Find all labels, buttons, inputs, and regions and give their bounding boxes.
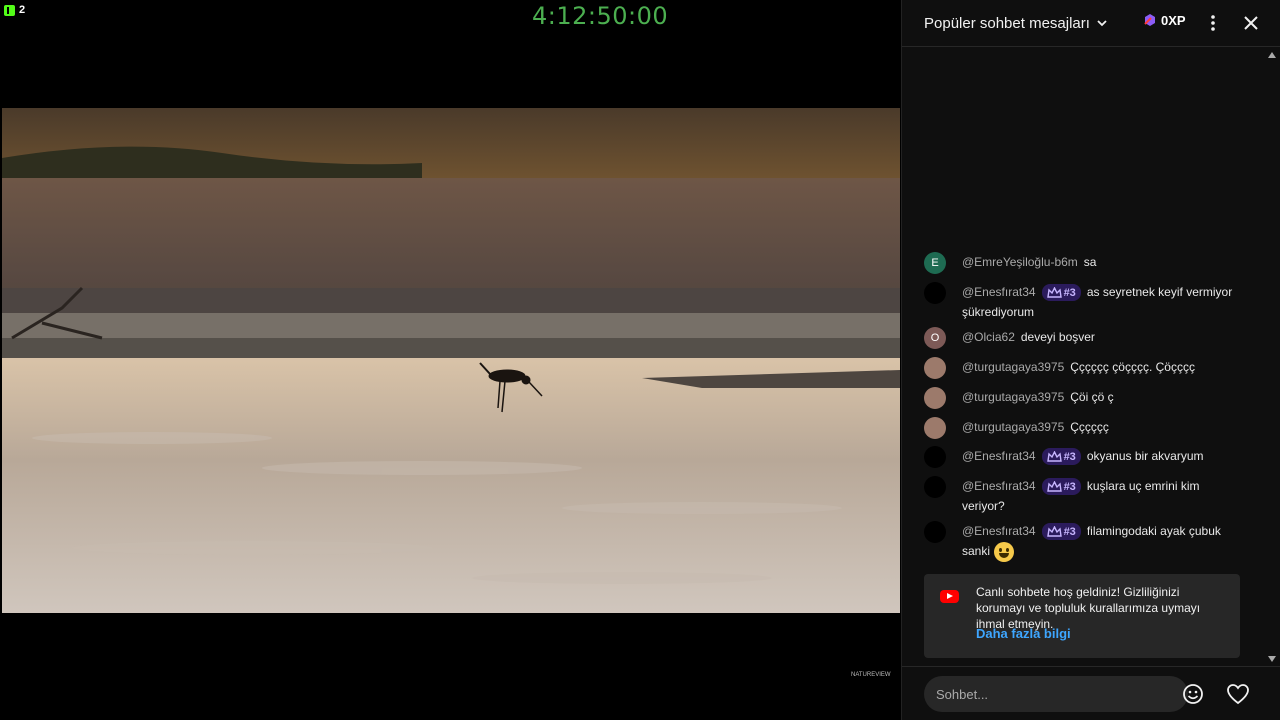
message-text: Çççççç: [1070, 420, 1109, 434]
chat-message: @turgutagaya3975 Çççççç çöçççç. Çöçççç: [924, 357, 1244, 379]
heart-icon[interactable]: [1226, 683, 1250, 705]
chat-message: @Enesfırat34 #3 filamingodaki ayak çubuk s…: [924, 521, 1244, 562]
message-text: Çöi çö ç: [1070, 390, 1114, 404]
kick-logo-icon: [4, 4, 15, 16]
avatar: [924, 446, 946, 468]
chat-footer: [902, 666, 1280, 720]
avatar: [924, 282, 946, 304]
avatar: E: [924, 252, 946, 274]
xp-badge[interactable]: 0XP: [1142, 12, 1186, 28]
crown-icon: [1046, 480, 1062, 492]
message-text: Çççççç çöçççç. Çöçççç: [1070, 360, 1195, 374]
viewer-indicator: 2: [4, 4, 25, 16]
message-text: sa: [1083, 255, 1097, 269]
notice-text: Canlı sohbete hoş geldiniz! Gizliliğiniz…: [976, 585, 1201, 631]
chat-header: Popüler sohbet mesajları 0XP: [902, 0, 1280, 47]
avatar: [924, 357, 946, 379]
message-author[interactable]: @Enesfırat34: [962, 449, 1036, 463]
grinning-emoji-icon: [994, 541, 1015, 562]
chat-message: @turgutagaya3975 Çöi çö ç: [924, 387, 1244, 409]
chat-message: @Enesfırat34 #3 as seyretnek keyif vermiyo…: [924, 282, 1244, 322]
avatar: [924, 521, 946, 543]
chat-input[interactable]: [924, 676, 1188, 712]
video-watermark: NATUREVIEW: [851, 672, 891, 678]
chat-message: @Enesfırat34 #3 kuşlara uç emrini kim veri…: [924, 476, 1244, 516]
xp-label: 0XP: [1161, 12, 1186, 28]
chevron-down-icon[interactable]: [1096, 17, 1108, 29]
youtube-icon: [940, 590, 959, 603]
message-author[interactable]: @turgutagaya3975: [962, 420, 1064, 434]
message-author[interactable]: @EmreYeşiloğlu-b6m: [962, 255, 1078, 269]
avatar: O: [924, 327, 946, 349]
video-player[interactable]: [2, 108, 900, 613]
chat-message: @Enesfırat34 #3 okyanus bir akvaryum: [924, 446, 1244, 468]
scroll-up-arrow-icon[interactable]: [1268, 52, 1276, 58]
chat-panel: Popüler sohbet mesajları 0XP E @EmreYeşi…: [901, 0, 1280, 720]
xp-icon: [1144, 14, 1155, 26]
message-author[interactable]: @turgutagaya3975: [962, 390, 1064, 404]
scroll-down-arrow-icon[interactable]: [1268, 656, 1276, 662]
member-badge: #3: [1041, 284, 1081, 302]
stream-page: 2 4:12:50:00 NATUREVIEW Popüler sohbet m…: [0, 0, 1280, 720]
stream-timer: 4:12:50:00: [532, 2, 669, 30]
viewer-count: 2: [19, 4, 26, 16]
crown-icon: [1046, 450, 1062, 462]
message-author[interactable]: @Enesfırat34: [962, 524, 1036, 538]
avatar: [924, 476, 946, 498]
more-options-icon[interactable]: [1208, 14, 1218, 32]
chat-message: O @Olcia62 deveyi boşver: [924, 327, 1244, 349]
welcome-notice: Canlı sohbete hoş geldiniz! Gizliliğiniz…: [924, 574, 1240, 658]
emoji-picker-icon[interactable]: [1182, 683, 1204, 705]
message-text: deveyi boşver: [1020, 330, 1095, 344]
close-icon[interactable]: [1242, 14, 1260, 32]
message-author[interactable]: @Enesfırat34: [962, 479, 1036, 493]
chat-message: E @EmreYeşiloğlu-b6m sa: [924, 252, 1244, 274]
avatar: [924, 417, 946, 439]
crown-icon: [1046, 286, 1062, 298]
member-badge: #3: [1041, 448, 1081, 466]
crown-icon: [1046, 525, 1062, 537]
member-badge: #3: [1041, 523, 1081, 541]
chat-message: @turgutagaya3975 Çççççç: [924, 417, 1244, 439]
member-badge: #3: [1041, 478, 1081, 496]
message-author[interactable]: @Olcia62: [962, 330, 1015, 344]
message-author[interactable]: @Enesfırat34: [962, 285, 1036, 299]
learn-more-link[interactable]: Daha fazla bilgi: [976, 626, 1071, 641]
message-text: okyanus bir akvaryum: [1086, 449, 1204, 463]
video-frame: [2, 108, 900, 613]
avatar: [924, 387, 946, 409]
message-author[interactable]: @turgutagaya3975: [962, 360, 1064, 374]
chat-mode-selector[interactable]: Popüler sohbet mesajları: [924, 15, 1090, 32]
